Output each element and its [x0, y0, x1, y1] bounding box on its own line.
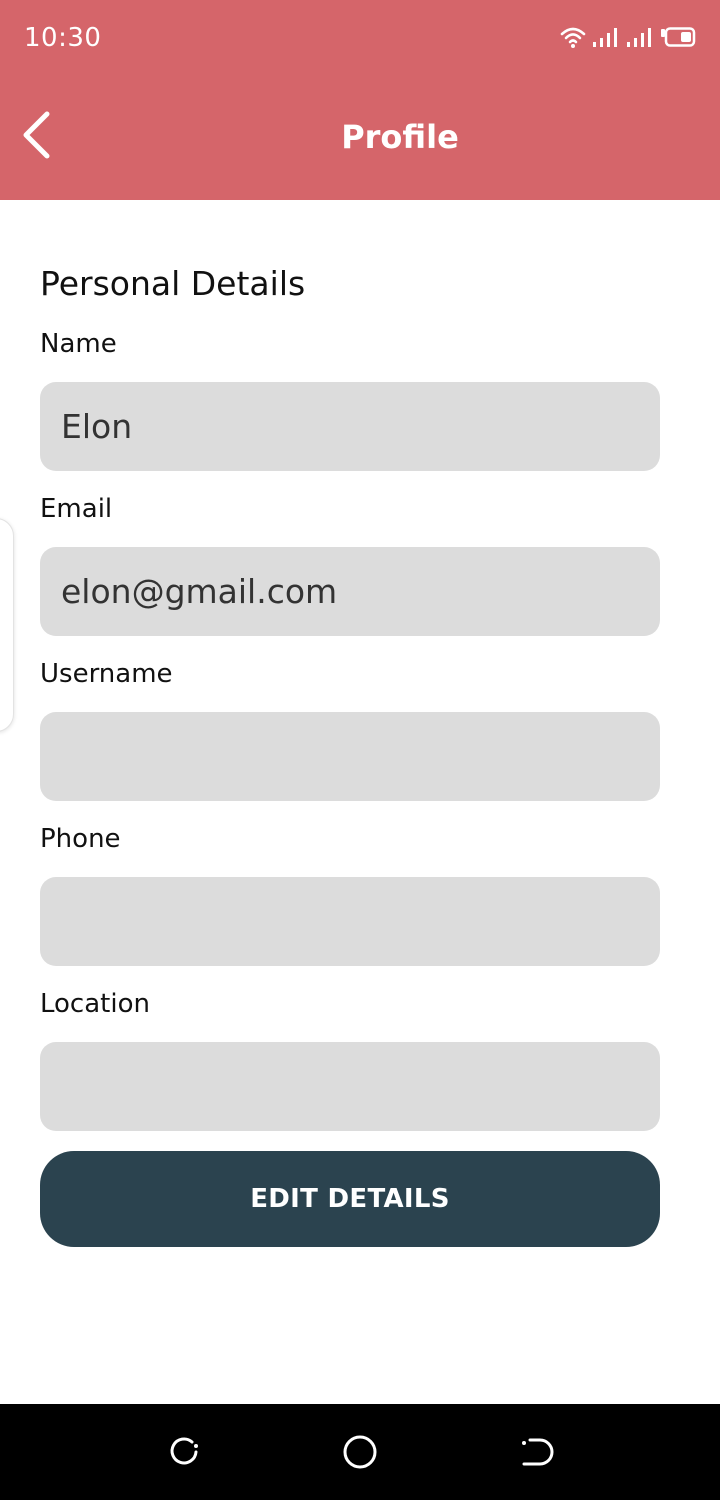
email-label: Email	[40, 494, 113, 524]
email-field[interactable]: elon@gmail.com	[40, 547, 660, 636]
location-field[interactable]	[40, 1042, 660, 1131]
app-header: 10:30 Profile	[0, 0, 720, 200]
status-icons	[560, 22, 696, 52]
page-title: Profile	[341, 118, 459, 156]
name-field[interactable]: Elon	[40, 382, 660, 471]
status-time: 10:30	[24, 23, 102, 53]
side-edge-handle[interactable]	[0, 518, 14, 732]
home-icon	[342, 1435, 378, 1474]
recents-icon	[166, 1437, 202, 1474]
phone-field[interactable]	[40, 877, 660, 966]
username-field[interactable]	[40, 712, 660, 801]
username-label: Username	[40, 659, 173, 689]
location-label: Location	[40, 989, 150, 1019]
name-label: Name	[40, 329, 117, 359]
phone-label: Phone	[40, 824, 121, 854]
section-title: Personal Details	[40, 264, 306, 303]
battery-icon	[660, 27, 696, 47]
edit-details-button[interactable]: EDIT DETAILS	[40, 1151, 660, 1247]
system-nav-bar	[0, 1404, 720, 1500]
home-button[interactable]	[342, 1434, 378, 1470]
wifi-icon	[560, 25, 586, 49]
signal-icon	[592, 26, 620, 48]
back-nav-button[interactable]	[518, 1434, 554, 1470]
back-icon	[518, 1438, 554, 1474]
recents-button[interactable]	[166, 1434, 202, 1470]
profile-screen: 10:30 Profile Personal Details Name Elon…	[0, 0, 720, 1500]
signal-icon	[626, 26, 654, 48]
